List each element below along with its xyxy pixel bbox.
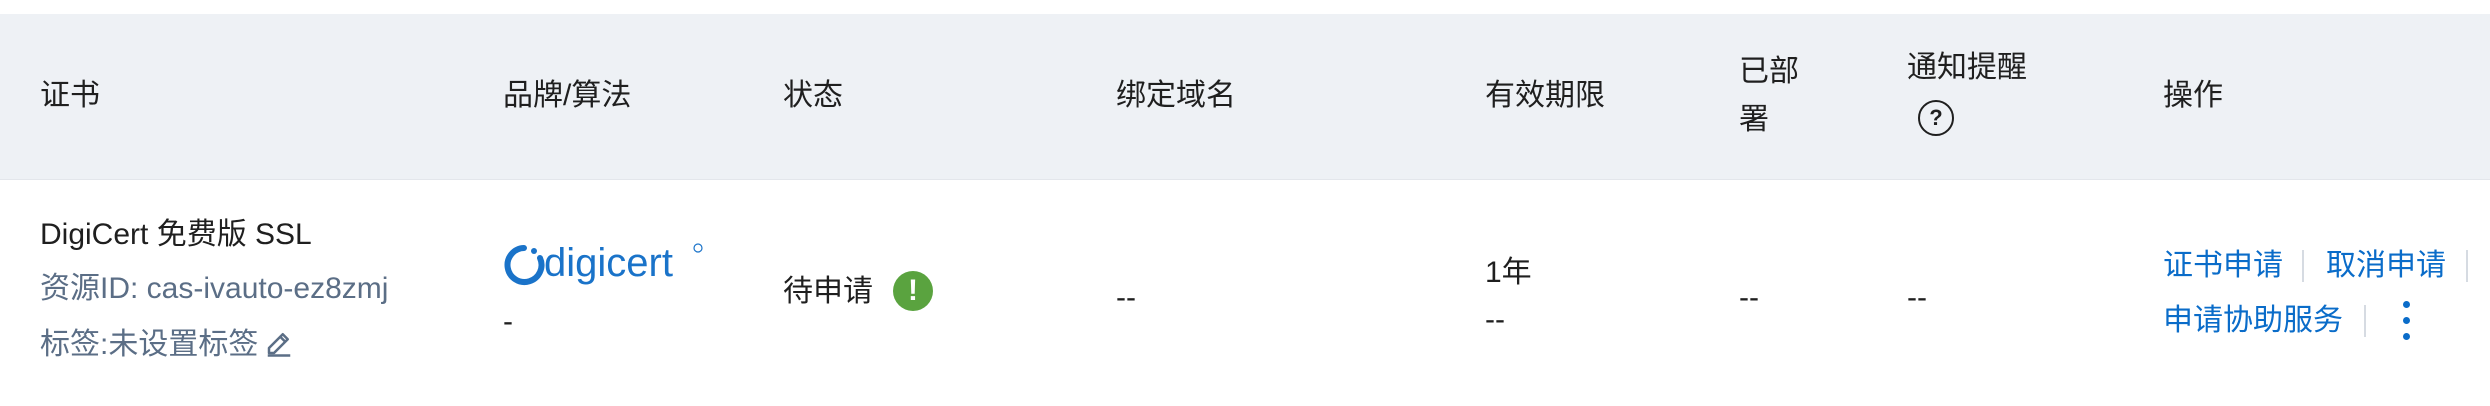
resource-id: 资源ID: cas-ivauto-ez8zmj xyxy=(40,272,389,305)
tag-label: 标签:未设置标签 xyxy=(40,325,294,365)
validity-period: 1年 xyxy=(1485,256,1532,289)
assist-service-link[interactable]: 申请协助服务 xyxy=(2163,301,2343,341)
deployed-value: -- xyxy=(1739,281,1759,314)
header-status: 状态 xyxy=(783,79,843,112)
header-actions: 操作 xyxy=(2163,79,2223,112)
brand-sub: - xyxy=(503,305,513,338)
status-text: 待申请 xyxy=(783,275,873,308)
cancel-application-link[interactable]: 取消申请 xyxy=(2326,246,2446,286)
header-bound-domain: 绑定域名 xyxy=(1116,79,1236,112)
more-vertical-icon[interactable] xyxy=(2400,299,2412,343)
table-row: DigiCert 免费版 SSL 资源ID: cas-ivauto-ez8zmj… xyxy=(0,180,2490,406)
cert-name: DigiCert 免费版 SSL xyxy=(40,218,312,251)
top-spacer xyxy=(0,0,2490,14)
header-validity: 有效期限 xyxy=(1485,79,1605,112)
edit-pencil-icon[interactable] xyxy=(264,328,294,358)
notify-value: -- xyxy=(1907,281,1927,314)
validity-date: -- xyxy=(1485,303,1505,336)
table-header: 证书 品牌/算法 状态 绑定域名 有效期限 已部 署 通知提醒 ? 操作 xyxy=(0,14,2490,180)
header-deployed-line1: 已部 xyxy=(1739,55,1799,88)
bound-domain-value: -- xyxy=(1116,281,1136,314)
digicert-logo: digicert xyxy=(504,242,703,285)
header-brand-algorithm: 品牌/算法 xyxy=(503,79,632,112)
header-notify: 通知提醒 xyxy=(1907,51,2027,84)
header-certificate: 证书 xyxy=(40,79,100,112)
apply-certificate-link[interactable]: 证书申请 xyxy=(2163,246,2283,286)
action-separator xyxy=(2364,305,2366,337)
tag-text: 标签:未设置标签 xyxy=(40,328,259,361)
digicert-logo-text: digicert xyxy=(544,242,673,285)
action-separator xyxy=(2466,250,2468,282)
header-deployed-line2: 署 xyxy=(1739,103,1769,136)
action-separator xyxy=(2302,250,2304,282)
certificate-table: 证书 品牌/算法 状态 绑定域名 有效期限 已部 署 通知提醒 ? 操作 Dig… xyxy=(0,0,2490,406)
warning-exclamation-icon[interactable]: ! xyxy=(893,271,933,311)
help-circle-icon[interactable]: ? xyxy=(1918,100,1954,136)
